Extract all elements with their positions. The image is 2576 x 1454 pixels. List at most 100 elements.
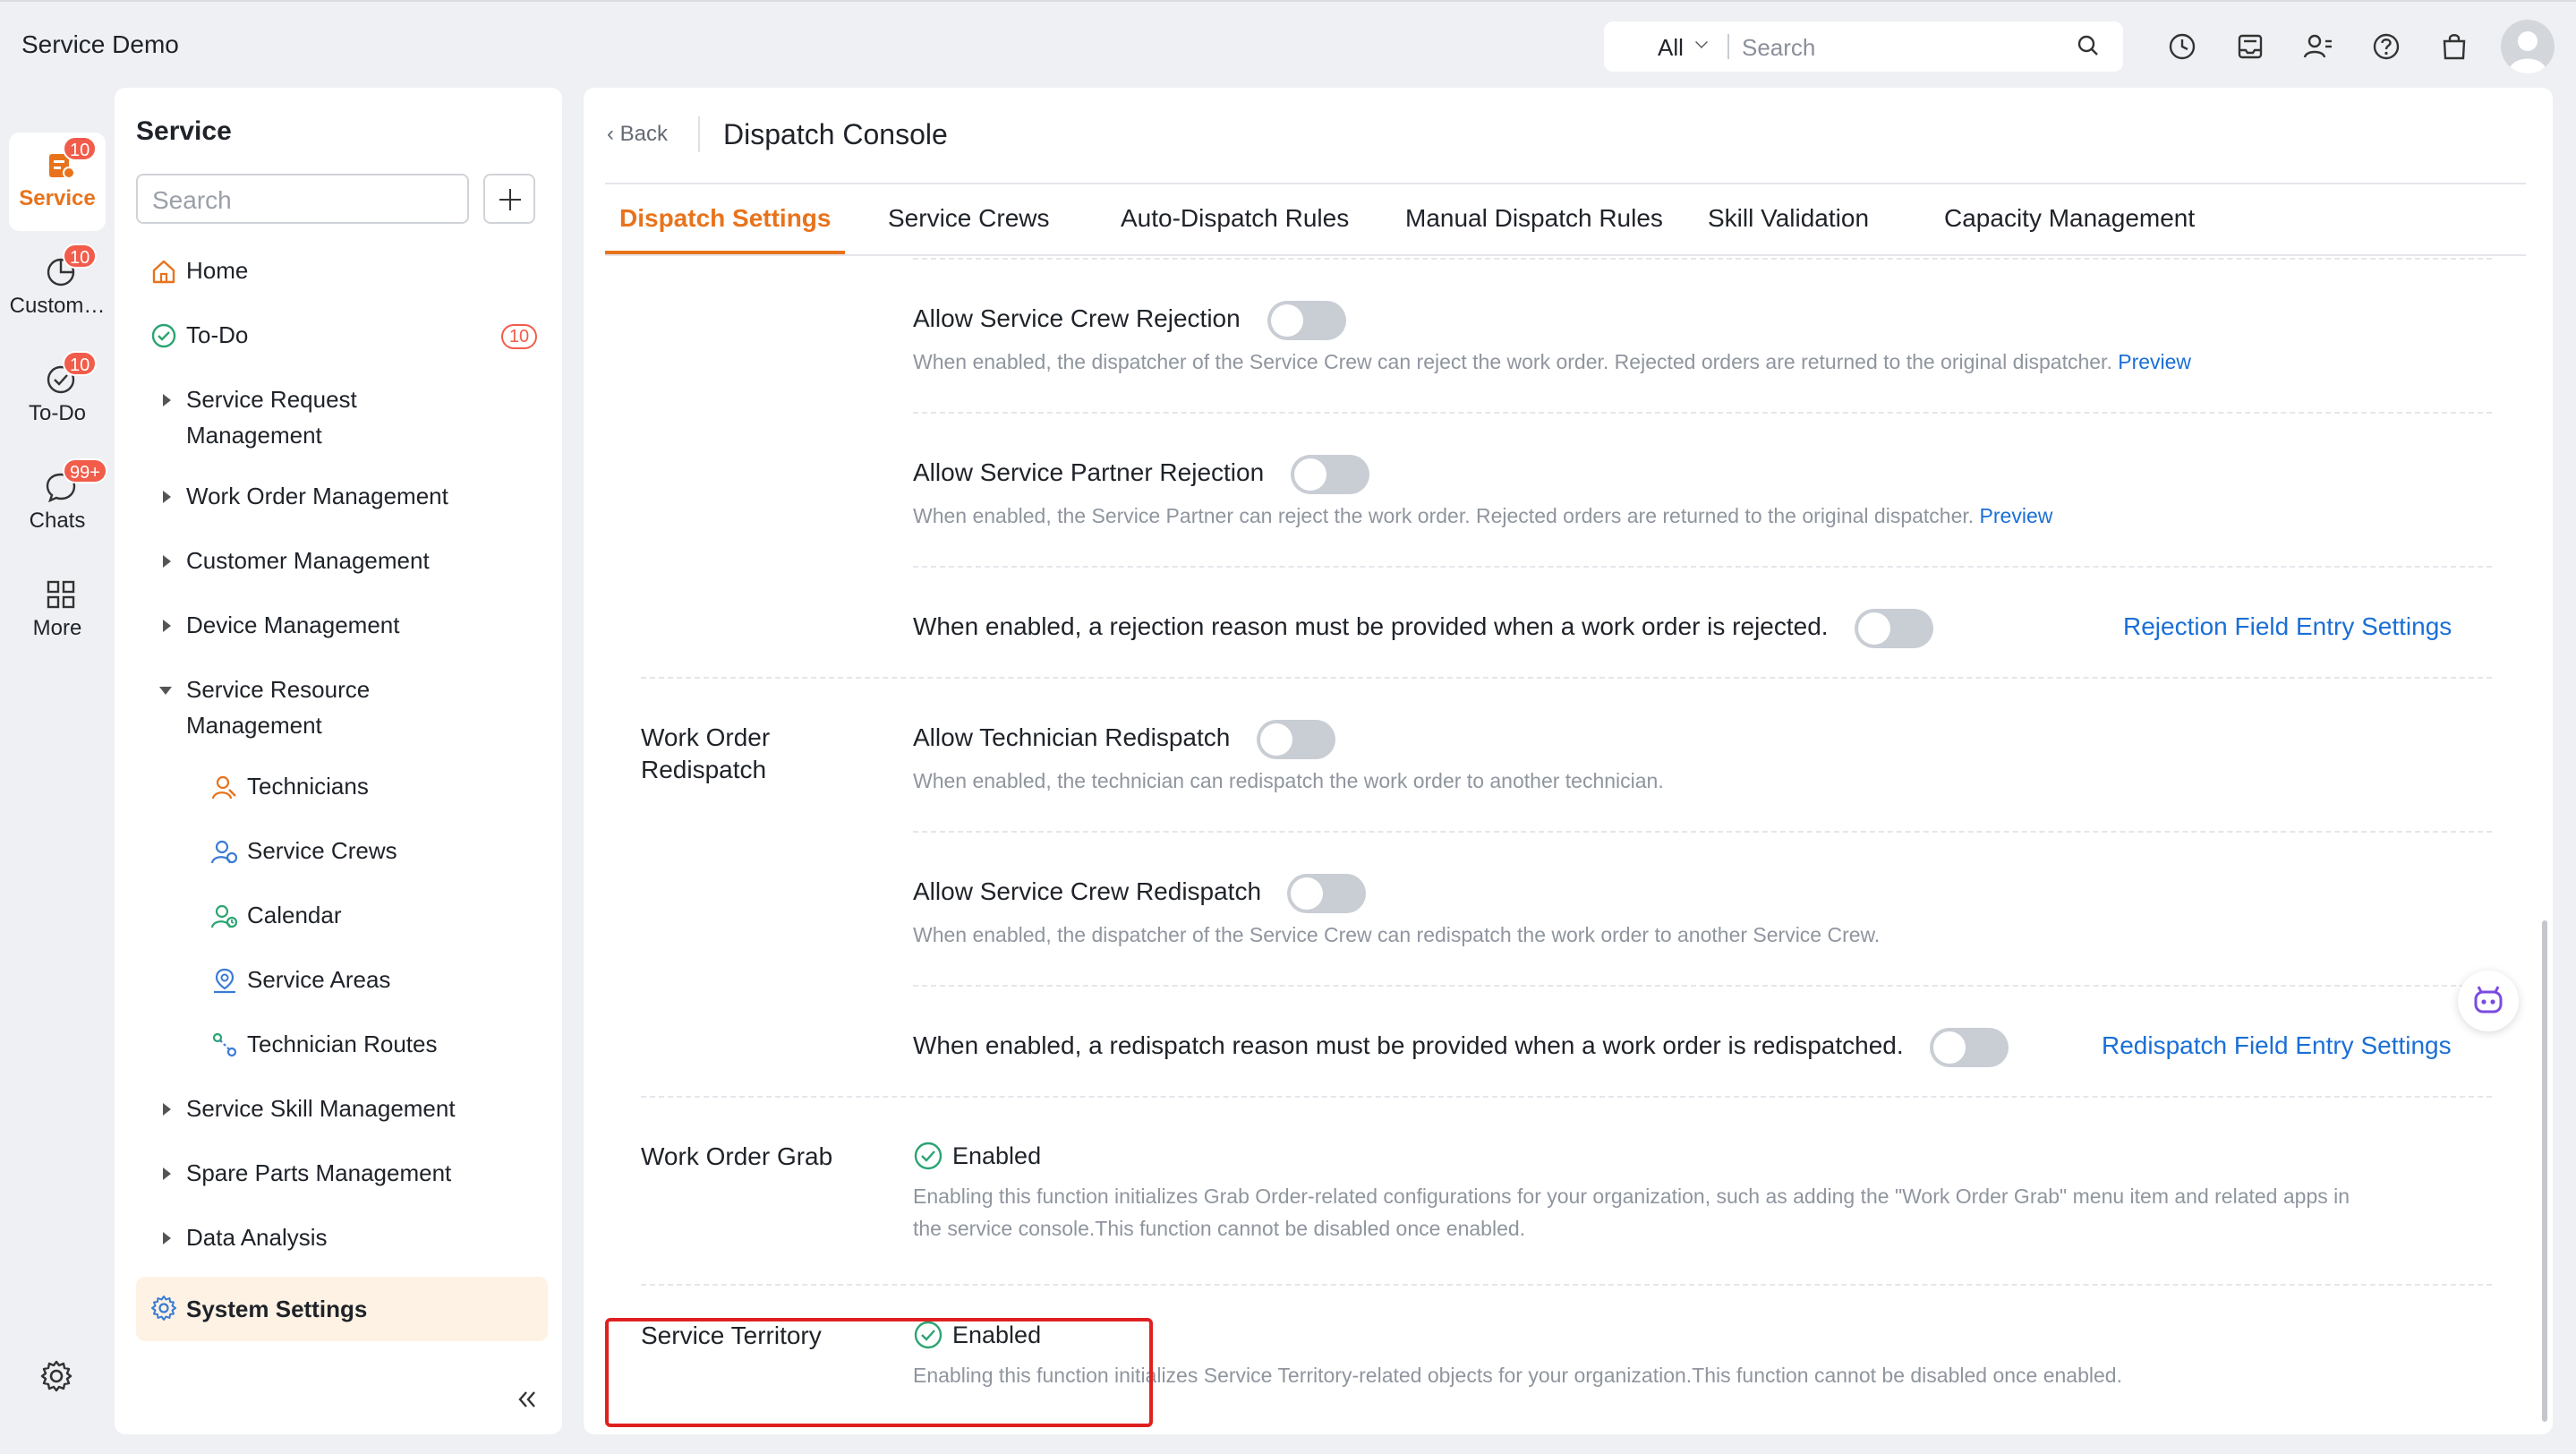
- territory-desc: Enabling this function initializes Servi…: [913, 1364, 2122, 1387]
- caret-right-icon[interactable]: [163, 491, 171, 503]
- sidebar-item-service-areas[interactable]: Service Areas: [136, 962, 548, 997]
- crew-rejection-toggle[interactable]: [1267, 301, 1346, 340]
- partner-rejection-desc: When enabled, the Service Partner can re…: [913, 500, 2052, 532]
- ai-assistant-button[interactable]: [2458, 971, 2519, 1031]
- caret-right-icon[interactable]: [163, 1232, 171, 1244]
- rail-label: Custom…: [9, 294, 106, 318]
- crew-rejection-desc-text: When enabled, the dispatcher of the Serv…: [913, 350, 2112, 373]
- sidebar-item-service-crews[interactable]: Service Crews: [136, 833, 548, 868]
- sidebar-item-technicians[interactable]: Technicians: [136, 768, 548, 804]
- sidebar-item-service-request[interactable]: Service Request Management: [136, 381, 548, 455]
- tab-dispatch-settings[interactable]: Dispatch Settings: [619, 204, 831, 233]
- sidebar-item-label: Home: [186, 257, 249, 284]
- sidebar-item-spare-parts[interactable]: Spare Parts Management: [136, 1155, 548, 1191]
- chevron-left-icon: ‹: [607, 122, 620, 146]
- rejection-field-settings-link[interactable]: Rejection Field Entry Settings: [2123, 612, 2452, 641]
- crew-rejection-preview-link[interactable]: Preview: [2118, 350, 2191, 373]
- partner-rejection-toggle[interactable]: [1291, 455, 1369, 494]
- sidebar-item-data-analysis[interactable]: Data Analysis: [136, 1219, 548, 1255]
- tab-skill-validation[interactable]: Skill Validation: [1708, 204, 1869, 233]
- contacts-icon[interactable]: [2302, 30, 2334, 63]
- sidebar-item-label: To-Do: [186, 321, 249, 348]
- divider: [641, 677, 2492, 679]
- rail-item-more[interactable]: More: [9, 562, 106, 661]
- collapse-sidebar-icon[interactable]: [514, 1386, 541, 1413]
- tab-manual-dispatch-rules[interactable]: Manual Dispatch Rules: [1405, 204, 1663, 233]
- help-icon[interactable]: [2370, 30, 2402, 63]
- sidebar-item-label: Data Analysis: [186, 1224, 328, 1251]
- search-icon[interactable]: [2077, 34, 2100, 57]
- caret-down-icon[interactable]: [159, 687, 172, 695]
- gear-icon[interactable]: [39, 1359, 73, 1393]
- sidebar-item-technician-routes[interactable]: Technician Routes: [136, 1026, 548, 1062]
- check-circle-icon: [151, 323, 176, 348]
- chevron-down-icon[interactable]: [1695, 36, 1708, 48]
- rail-item-chats[interactable]: 99+ Chats: [9, 455, 107, 553]
- crew-redispatch-toggle[interactable]: [1287, 874, 1366, 913]
- back-link[interactable]: ‹ Back: [607, 122, 668, 147]
- rejection-reason-toggle[interactable]: [1855, 609, 1933, 648]
- technician-icon: [211, 775, 236, 800]
- rail-label: More: [32, 616, 82, 640]
- calendar-person-icon: [211, 904, 238, 928]
- tab-auto-dispatch-rules[interactable]: Auto-Dispatch Rules: [1121, 204, 1349, 233]
- redispatch-reason-toggle[interactable]: [1930, 1028, 2009, 1067]
- section-label-redispatch: Work Order Redispatch: [641, 722, 770, 786]
- rail-item-service[interactable]: 10 Service: [9, 133, 106, 231]
- divider: [1727, 34, 1729, 59]
- grab-desc-line: Enabling this function initializes Grab …: [913, 1185, 2350, 1208]
- sidebar-item-todo[interactable]: To-Do 10: [136, 317, 548, 353]
- sidebar-search-input[interactable]: Search: [136, 174, 469, 224]
- user-icon: [2508, 31, 2547, 73]
- app-title: Service Demo: [21, 30, 179, 58]
- scrollbar[interactable]: [2542, 920, 2547, 1422]
- inbox-icon[interactable]: [2234, 30, 2266, 63]
- route-icon: [212, 1032, 237, 1057]
- crew-redispatch-desc: When enabled, the dispatcher of the Serv…: [913, 923, 1881, 946]
- sidebar-item-label: Service Areas: [247, 966, 391, 993]
- sidebar-item-system-settings[interactable]: System Settings: [136, 1277, 548, 1341]
- settings-icon: [151, 1296, 176, 1321]
- sidebar-item-service-resource[interactable]: Service Resource Management: [136, 671, 548, 745]
- sidebar-item-work-order[interactable]: Work Order Management: [136, 478, 548, 514]
- grab-desc-line: the service console.This function cannot…: [913, 1217, 1526, 1240]
- sidebar-item-calendar[interactable]: Calendar: [136, 897, 548, 933]
- robot-icon: [2474, 986, 2503, 1014]
- divider: [913, 985, 2492, 987]
- crew-rejection-title: Allow Service Crew Rejection: [913, 304, 1241, 332]
- tab-capacity-management[interactable]: Capacity Management: [1944, 204, 2195, 233]
- global-search[interactable]: All Search: [1604, 21, 2123, 72]
- shopping-bag-icon[interactable]: [2438, 30, 2470, 63]
- sidebar-title: Service: [136, 116, 232, 146]
- caret-right-icon[interactable]: [163, 555, 171, 568]
- grab-desc: Enabling this function initializes Grab …: [913, 1180, 2488, 1244]
- notification-badge: 99+: [63, 458, 107, 483]
- history-icon[interactable]: [2166, 30, 2198, 63]
- sidebar-item-home[interactable]: Home: [136, 252, 548, 288]
- home-icon: [152, 260, 175, 284]
- redispatch-field-settings-link[interactable]: Redispatch Field Entry Settings: [2102, 1031, 2452, 1060]
- caret-right-icon[interactable]: [163, 1167, 171, 1180]
- caret-right-icon[interactable]: [163, 394, 171, 406]
- sidebar-item-customer[interactable]: Customer Management: [136, 543, 548, 578]
- divider: [913, 831, 2492, 833]
- sidebar-item-skill[interactable]: Service Skill Management: [136, 1090, 548, 1126]
- partner-rejection-desc-text: When enabled, the Service Partner can re…: [913, 504, 1975, 527]
- partner-rejection-preview-link[interactable]: Preview: [1980, 504, 2053, 527]
- sidebar-item-label: Calendar: [247, 902, 342, 928]
- search-scope-select[interactable]: All: [1658, 34, 1684, 62]
- tab-service-crews[interactable]: Service Crews: [888, 204, 1049, 233]
- add-button[interactable]: [483, 174, 535, 224]
- sidebar-item-label: Technician Routes: [247, 1031, 438, 1057]
- caret-right-icon[interactable]: [163, 1103, 171, 1116]
- sidebar-item-device[interactable]: Device Management: [136, 607, 548, 643]
- notification-badge: 10: [63, 136, 98, 161]
- main-panel: ‹ Back Dispatch Console Dispatch Setting…: [584, 88, 2553, 1434]
- divider: [913, 258, 2492, 260]
- caret-right-icon[interactable]: [163, 620, 171, 632]
- tech-redispatch-toggle[interactable]: [1257, 720, 1335, 759]
- search-input[interactable]: Search: [1742, 34, 1815, 62]
- avatar[interactable]: [2501, 20, 2555, 73]
- rail-item-todo[interactable]: 10 To-Do: [9, 347, 106, 446]
- rail-item-customer[interactable]: 10 Custom…: [9, 240, 106, 338]
